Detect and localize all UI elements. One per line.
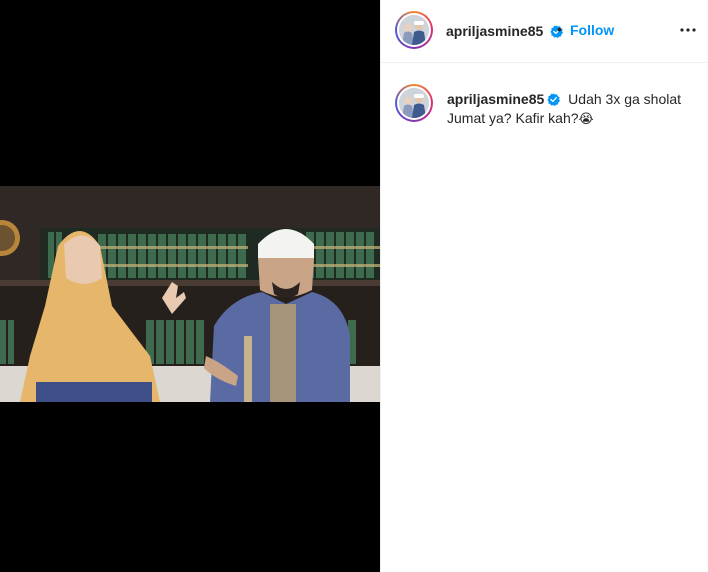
username-link[interactable]: apriljasmine85: [446, 23, 564, 39]
follow-button[interactable]: Follow: [570, 22, 614, 38]
video-frame[interactable]: [0, 186, 380, 402]
profile-picture: [399, 88, 429, 118]
crying-face-emoji: 😭: [578, 112, 594, 127]
video-still: [0, 186, 380, 402]
caption-text-block: apriljasmine85 Udah 3x ga sholat Jumat y…: [447, 90, 697, 129]
caption-username-text[interactable]: apriljasmine85: [447, 91, 544, 107]
caption-avatar[interactable]: [395, 84, 433, 122]
post-header: apriljasmine85 • Follow: [381, 0, 708, 63]
caption-username[interactable]: apriljasmine85: [447, 91, 561, 107]
verified-badge-icon: [547, 93, 561, 106]
avatar[interactable]: [395, 11, 433, 49]
profile-picture: [399, 15, 429, 45]
post-media[interactable]: [0, 0, 380, 572]
post-sidebar: apriljasmine85 • Follow apriljasmine85 U…: [380, 0, 708, 572]
separator-dot: •: [557, 21, 562, 37]
more-options-icon[interactable]: [678, 20, 698, 40]
username[interactable]: apriljasmine85: [446, 23, 543, 39]
